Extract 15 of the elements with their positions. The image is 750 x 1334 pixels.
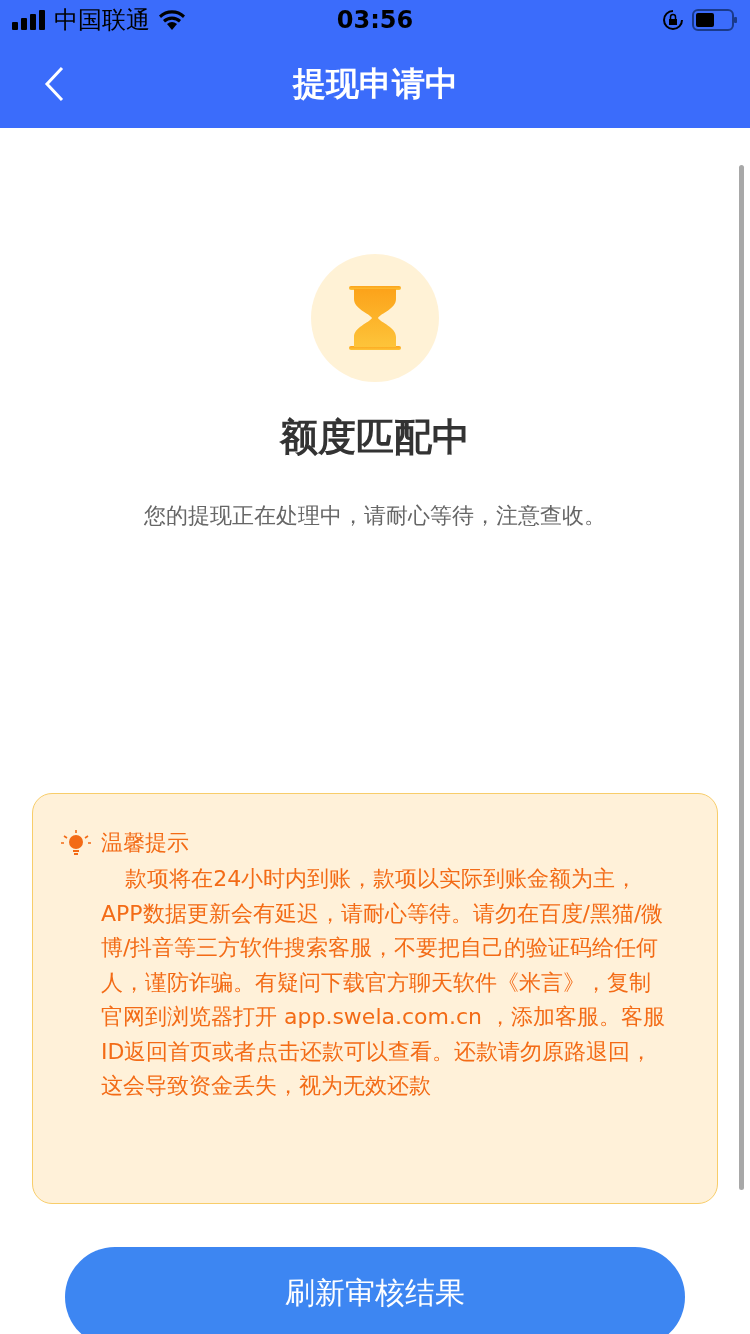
carrier-name: 中国联通 [54, 5, 150, 36]
refresh-button[interactable]: 刷新审核结果 [65, 1247, 685, 1334]
status-message: 您的提现正在处理中，请耐心等待，注意查收。 [144, 502, 606, 530]
battery-icon [692, 9, 738, 31]
status-title: 额度匹配中 [280, 414, 470, 461]
back-icon[interactable] [43, 66, 65, 102]
rotation-lock-icon [662, 9, 684, 31]
status-time: 03:56 [336, 6, 414, 34]
hourglass-icon [348, 285, 402, 351]
wifi-icon [158, 10, 186, 30]
page-title: 提现申请中 [292, 62, 458, 105]
tips-text: 款项将在24小时内到账，款项以实际到账金额为主，APP数据更新会有延迟，请耐心等待。请勿在百度/黑猫/微博/抖音等三方软件搜索客服，不要把自己的验证码给任何人，谨防诈骗。有疑问下载官方聊天软件《米言》，复制官网到浏览器打开 app.swela.com.cn ，添加客服。客服ID返回首页或者点击还款可以查看。还款请勿原路退回，这会导致资金丢失，视为无效还款 [101, 865, 665, 1100]
signal-icon [12, 10, 46, 30]
lightbulb-icon [61, 830, 91, 856]
tips-title: 温馨提示 [101, 829, 189, 857]
